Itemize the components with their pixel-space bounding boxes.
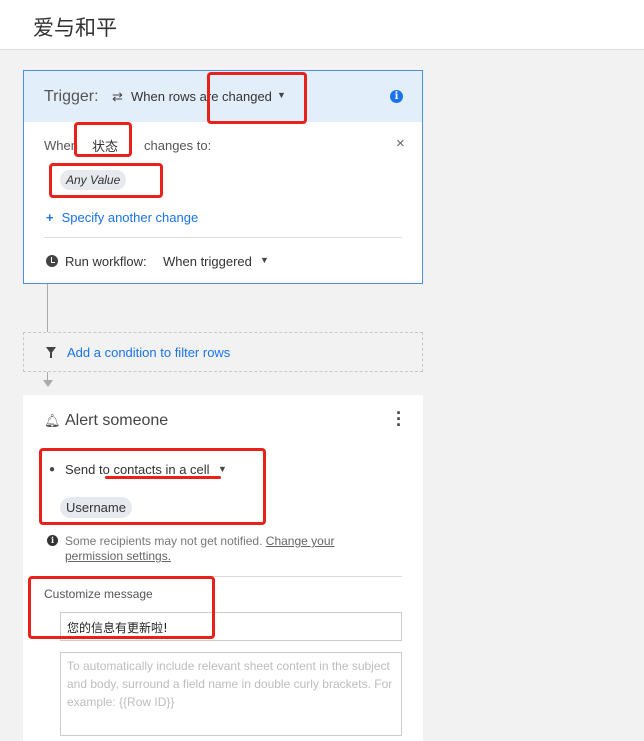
add-condition-box[interactable]: Add a condition to filter rows bbox=[23, 332, 423, 372]
funnel-icon bbox=[46, 347, 56, 358]
annotation-box bbox=[74, 122, 132, 157]
plus-icon: + bbox=[46, 210, 54, 225]
alert-title: Alert someone bbox=[65, 412, 169, 429]
sheet-title: 爱与和平 bbox=[33, 17, 117, 40]
changes-to-label: changes to: bbox=[144, 138, 212, 153]
flow-arrow-icon bbox=[43, 380, 53, 387]
recipients-notice: Some recipients may not get notified. Ch… bbox=[65, 534, 375, 564]
annotation-box bbox=[28, 576, 215, 639]
specify-another-change-link[interactable]: + Specify another change bbox=[46, 210, 198, 225]
divider bbox=[44, 237, 402, 238]
specify-link-label: Specify another change bbox=[61, 210, 199, 225]
alert-card: 🔔︎ Alert someone · · · ● Send to contacts … bbox=[23, 395, 423, 741]
info-icon: i bbox=[47, 535, 58, 546]
annotation-box bbox=[39, 448, 266, 525]
when-label: When bbox=[44, 138, 78, 153]
swap-icon: ⇄ bbox=[112, 89, 123, 104]
close-icon[interactable]: × bbox=[396, 135, 405, 152]
clock-icon bbox=[46, 255, 58, 267]
caret-down-icon[interactable]: ▼ bbox=[260, 255, 269, 265]
info-icon[interactable]: i bbox=[390, 90, 403, 103]
message-body-textarea[interactable]: To automatically include relevant sheet … bbox=[60, 652, 402, 736]
trigger-label: Trigger: bbox=[44, 88, 99, 105]
add-condition-link[interactable]: Add a condition to filter rows bbox=[67, 345, 230, 360]
run-workflow-label: Run workflow: bbox=[65, 254, 147, 269]
run-workflow-select[interactable]: When triggered bbox=[163, 254, 252, 269]
flow-connector-top bbox=[47, 284, 48, 332]
kebab-menu-icon[interactable]: · · · bbox=[396, 404, 402, 434]
annotation-box bbox=[207, 72, 307, 124]
annotation-box bbox=[49, 163, 163, 198]
notice-text: Some recipients may not get notified. bbox=[65, 534, 263, 548]
bell-icon: 🔔︎ bbox=[44, 413, 61, 428]
annotation-underline bbox=[105, 476, 221, 479]
top-bar: 爱与和平 bbox=[0, 0, 644, 50]
